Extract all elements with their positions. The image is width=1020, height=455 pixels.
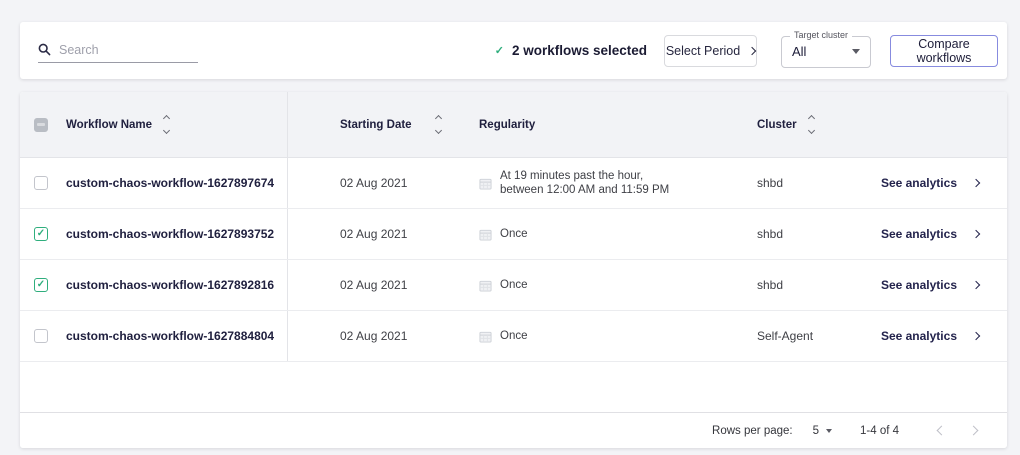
see-analytics-link[interactable]: See analytics bbox=[881, 227, 979, 241]
sort-control bbox=[164, 116, 169, 133]
col-header-starting-date: Starting Date bbox=[340, 119, 412, 131]
table-row: custom-chaos-workflow-1627897674 02 Aug … bbox=[20, 158, 1007, 209]
workflow-name: custom-chaos-workflow-1627897674 bbox=[66, 176, 287, 190]
toolbar: ✓ 2 workflows selected Select Period Tar… bbox=[20, 22, 1007, 79]
target-cluster-value: All bbox=[792, 44, 806, 59]
target-cluster-select[interactable]: Target cluster All bbox=[781, 36, 871, 68]
toolbar-actions: ✓ 2 workflows selected Select Period Tar… bbox=[495, 34, 998, 68]
starting-date: 02 Aug 2021 bbox=[287, 158, 479, 208]
sort-control bbox=[436, 116, 441, 133]
calendar-icon bbox=[479, 330, 492, 343]
sort-asc-icon[interactable] bbox=[808, 115, 815, 122]
next-page-button[interactable] bbox=[961, 419, 985, 443]
table-header-row: Workflow Name Starting Date Regularity C… bbox=[20, 92, 1007, 158]
rows-per-page-label: Rows per page: bbox=[712, 425, 793, 437]
select-all-checkbox[interactable] bbox=[34, 118, 48, 132]
chevron-left-icon bbox=[936, 426, 946, 436]
workflow-name: custom-chaos-workflow-1627892816 bbox=[66, 278, 287, 292]
regularity: Once bbox=[500, 278, 528, 292]
target-cluster-label: Target cluster bbox=[790, 30, 852, 40]
page-range-label: 1-4 of 4 bbox=[860, 425, 899, 437]
cluster-name: shbd bbox=[757, 278, 877, 292]
starting-date: 02 Aug 2021 bbox=[287, 260, 479, 310]
cluster-name: Self-Agent bbox=[757, 329, 877, 343]
sort-asc-icon[interactable] bbox=[163, 115, 170, 122]
col-header-regularity: Regularity bbox=[479, 119, 535, 131]
regularity: Once bbox=[500, 329, 528, 343]
calendar-icon bbox=[479, 279, 492, 292]
table-row: custom-chaos-workflow-1627884804 02 Aug … bbox=[20, 311, 1007, 362]
table-empty-space bbox=[20, 362, 1007, 412]
regularity: Once bbox=[500, 227, 528, 241]
starting-date: 02 Aug 2021 bbox=[287, 209, 479, 259]
selected-summary: ✓ 2 workflows selected bbox=[495, 43, 647, 58]
sort-control bbox=[809, 116, 814, 133]
sort-desc-icon[interactable] bbox=[435, 127, 442, 134]
table-row: ✓ custom-chaos-workflow-1627892816 02 Au… bbox=[20, 260, 1007, 311]
col-header-workflow-name: Workflow Name bbox=[66, 119, 152, 131]
cluster-name: shbd bbox=[757, 227, 877, 241]
rows-per-page-select[interactable]: 5 bbox=[813, 425, 832, 437]
chevron-right-icon bbox=[972, 281, 980, 289]
select-period-button[interactable]: Select Period bbox=[664, 35, 757, 67]
regularity: At 19 minutes past the hour, between 12:… bbox=[500, 169, 669, 197]
col-header-cluster: Cluster bbox=[757, 119, 797, 131]
caret-down-icon bbox=[852, 49, 860, 54]
see-analytics-link[interactable]: See analytics bbox=[881, 278, 979, 292]
search-box[interactable] bbox=[38, 43, 198, 63]
row-checkbox[interactable] bbox=[34, 176, 48, 190]
select-period-label: Select Period bbox=[666, 44, 740, 58]
calendar-icon bbox=[479, 228, 492, 241]
workflow-name: custom-chaos-workflow-1627893752 bbox=[66, 227, 287, 241]
chevron-right-icon bbox=[968, 426, 978, 436]
row-checkbox[interactable] bbox=[34, 329, 48, 343]
caret-down-icon bbox=[826, 429, 832, 433]
previous-page-button[interactable] bbox=[929, 419, 953, 443]
chevron-right-icon bbox=[972, 332, 980, 340]
search-icon bbox=[38, 43, 51, 56]
row-checkbox[interactable]: ✓ bbox=[34, 278, 48, 292]
sort-desc-icon[interactable] bbox=[808, 127, 815, 134]
chevron-right-icon bbox=[972, 179, 980, 187]
search-input[interactable] bbox=[59, 43, 179, 57]
chevron-right-icon bbox=[748, 46, 756, 54]
pagination-bar: Rows per page: 5 1-4 of 4 bbox=[20, 412, 1007, 448]
selected-summary-text: 2 workflows selected bbox=[512, 43, 647, 58]
row-checkbox[interactable]: ✓ bbox=[34, 227, 48, 241]
chevron-right-icon bbox=[972, 230, 980, 238]
workflows-table: Workflow Name Starting Date Regularity C… bbox=[20, 92, 1007, 448]
table-row: ✓ custom-chaos-workflow-1627893752 02 Au… bbox=[20, 209, 1007, 260]
sort-desc-icon[interactable] bbox=[163, 127, 170, 134]
sort-asc-icon[interactable] bbox=[435, 115, 442, 122]
cluster-name: shbd bbox=[757, 176, 877, 190]
see-analytics-link[interactable]: See analytics bbox=[881, 329, 979, 343]
see-analytics-link[interactable]: See analytics bbox=[881, 176, 979, 190]
compare-workflows-button[interactable]: Compare workflows bbox=[890, 35, 998, 67]
calendar-icon bbox=[479, 177, 492, 190]
check-icon: ✓ bbox=[495, 44, 504, 57]
starting-date: 02 Aug 2021 bbox=[287, 311, 479, 361]
workflow-name: custom-chaos-workflow-1627884804 bbox=[66, 329, 287, 343]
indeterminate-dash-icon bbox=[37, 123, 45, 126]
